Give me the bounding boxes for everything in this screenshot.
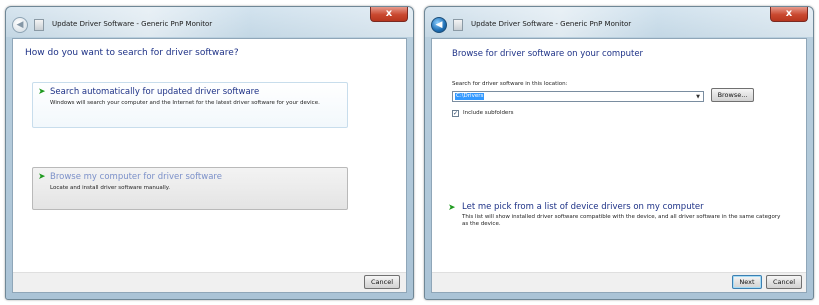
green-arrow-icon: ➤ [38, 87, 46, 97]
browse-button[interactable]: Browse... [711, 88, 754, 102]
green-arrow-icon: ➤ [38, 172, 46, 182]
option-title: Let me pick from a list of device driver… [462, 202, 704, 212]
page-heading: How do you want to search for driver sof… [25, 48, 239, 58]
wizard-footer: Cancel [13, 272, 406, 292]
close-button[interactable]: x [770, 7, 808, 22]
option-title: Search automatically for updated driver … [50, 87, 260, 97]
dropdown-arrow-icon[interactable]: ▼ [696, 94, 700, 100]
browse-computer-option[interactable]: ➤ Browse my computer for driver software… [32, 167, 348, 210]
update-driver-window-browse: x ◀ Update Driver Software - Generic PnP… [424, 6, 814, 300]
wizard-footer: Next Cancel [432, 272, 806, 292]
back-button[interactable]: ◀ [431, 17, 447, 33]
wizard-content: How do you want to search for driver sof… [12, 38, 407, 293]
page-heading: Browse for driver software on your compu… [452, 49, 644, 59]
next-button[interactable]: Next [732, 275, 762, 289]
option-description: Windows will search your computer and th… [50, 100, 320, 106]
update-driver-window-search: x ◀ Update Driver Software - Generic PnP… [5, 6, 414, 300]
search-location-label: Search for driver software in this locat… [452, 81, 568, 87]
option-title: Browse my computer for driver software [50, 172, 222, 182]
include-subfolders-label[interactable]: Include subfolders [463, 110, 513, 116]
window-title: Update Driver Software - Generic PnP Mon… [471, 20, 632, 28]
cancel-button[interactable]: Cancel [364, 275, 400, 289]
close-button[interactable]: x [370, 7, 408, 22]
cancel-button[interactable]: Cancel [766, 275, 802, 289]
wizard-content: Browse for driver software on your compu… [431, 38, 807, 293]
include-subfolders-checkbox[interactable]: ✓ [452, 110, 459, 117]
search-automatically-option[interactable]: ➤ Search automatically for updated drive… [32, 82, 348, 128]
green-arrow-icon: ➤ [448, 203, 456, 213]
option-description: Locate and install driver software manua… [50, 185, 170, 191]
option-description: This list will show installed driver sof… [462, 214, 781, 227]
wizard-icon [34, 19, 44, 31]
window-title: Update Driver Software - Generic PnP Mon… [52, 20, 213, 28]
path-value: C:\Drivers [455, 93, 485, 100]
pick-from-list-option[interactable]: ➤ Let me pick from a list of device driv… [448, 201, 788, 235]
wizard-icon [453, 19, 463, 31]
back-button[interactable]: ◀ [12, 17, 28, 33]
driver-path-combobox[interactable]: C:\Drivers ▼ [452, 91, 704, 102]
